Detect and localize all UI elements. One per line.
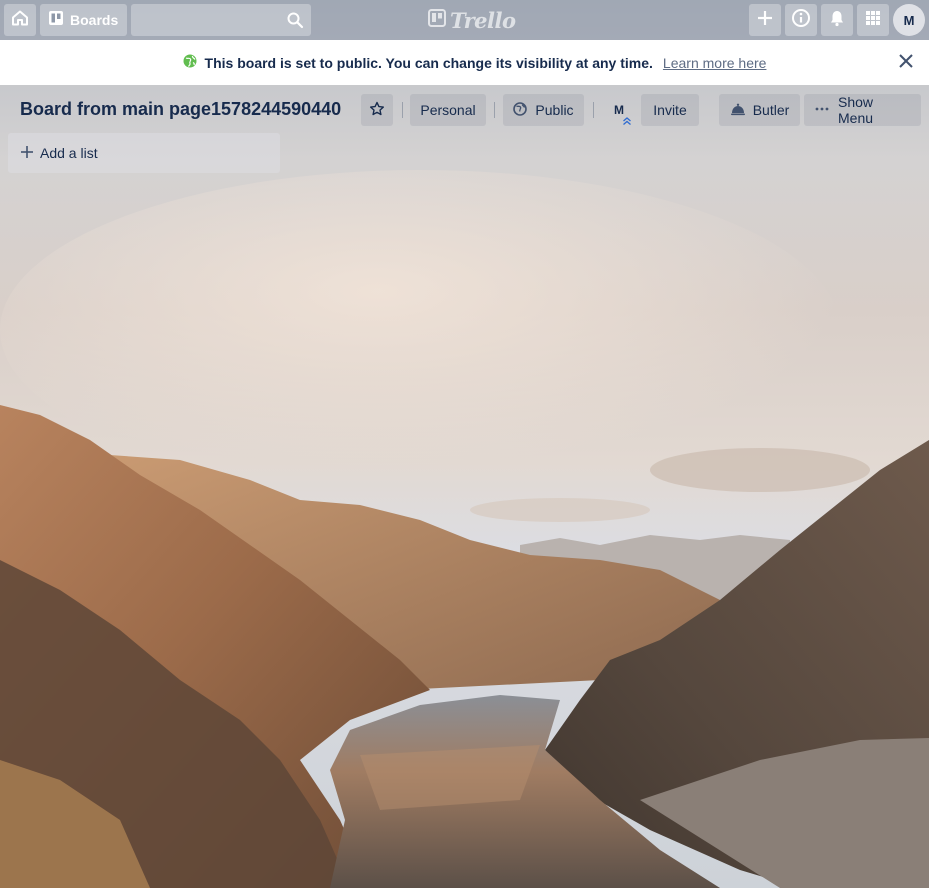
butler-icon [730,101,746,120]
header-divider [402,102,403,118]
show-menu-button[interactable]: Show Menu [804,94,921,126]
invite-button[interactable]: Invite [641,94,699,126]
public-board-notice-banner: This board is set to public. You can cha… [0,40,929,85]
learn-more-link[interactable]: Learn more here [663,55,767,71]
apps-button[interactable] [857,4,889,36]
admin-chevron-icon [622,113,632,131]
boards-label: Boards [70,12,119,28]
boards-button[interactable]: Boards [40,4,127,36]
home-button[interactable] [4,4,36,36]
boards-icon [48,10,64,31]
team-button[interactable]: Personal [410,94,486,126]
close-banner-button[interactable] [895,51,917,73]
home-icon [11,9,29,32]
add-list-button[interactable]: Add a list [8,133,280,173]
star-icon [369,101,385,120]
information-button[interactable] [785,4,817,36]
star-board-button[interactable] [361,94,393,126]
info-icon [791,8,811,33]
more-dots-icon [814,101,830,120]
butler-label: Butler [752,102,790,118]
globe-icon [183,54,197,71]
add-list-label: Add a list [40,145,98,161]
user-avatar[interactable]: M [893,4,925,36]
search-icon[interactable] [286,11,304,34]
visibility-label: Public [535,102,574,118]
close-icon [898,53,914,72]
plus-icon [757,10,773,31]
create-button[interactable] [749,4,781,36]
trello-logo[interactable]: Trello [428,7,516,33]
header-divider [593,102,594,118]
bell-icon [828,9,846,32]
banner-message: This board is set to public. You can cha… [204,54,653,71]
board-title[interactable]: Board from main page1578244590440 [20,99,341,120]
trello-logo-text: Trello [450,7,516,33]
board-header: Board from main page1578244590440 Person… [0,85,929,133]
globe-icon [513,101,528,119]
top-navigation-bar: Boards Trello M [0,0,929,40]
show-menu-label: Show Menu [838,94,874,126]
notifications-button[interactable] [821,4,853,36]
search-box [131,4,311,36]
visibility-button[interactable]: Public [503,94,584,126]
plus-icon [20,145,34,162]
butler-button[interactable]: Butler [719,94,800,126]
search-input[interactable] [131,4,311,36]
trello-logo-icon [428,8,446,32]
grid-icon [865,10,881,31]
header-divider [494,102,495,118]
